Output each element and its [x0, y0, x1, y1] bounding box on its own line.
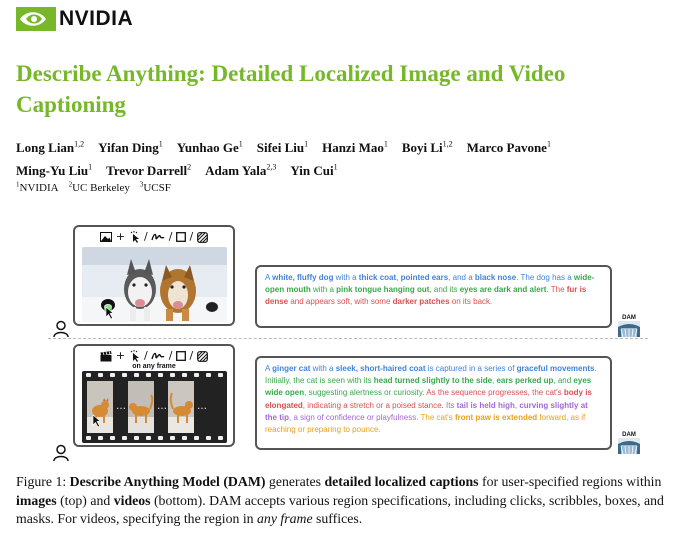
- author-list: Long Lian1,2 Yifan Ding1 Yunhao Ge1 Sifei L…: [16, 136, 686, 182]
- affiliation: 1NVIDIA: [16, 180, 59, 194]
- image-icon: [100, 232, 113, 242]
- scribble-icon: [151, 352, 165, 360]
- caption-segment: Its: [445, 400, 457, 410]
- image-input-panel: + / / /: [73, 225, 235, 326]
- box-icon: [176, 232, 186, 242]
- caption-segment: , and its: [429, 285, 460, 295]
- caption-segment: , indicating a stretch or a poised stanc…: [302, 400, 446, 410]
- caption-segment: thick coat: [358, 273, 397, 282]
- caption-segment: sleek, short-haired coat: [335, 364, 426, 373]
- figure-caption: Figure 1: Describe Anything Model (DAM) …: [16, 474, 664, 526]
- caption-segment: front paw is extended: [454, 412, 538, 422]
- caption-segment: black nose: [474, 273, 517, 282]
- paper-title: Describe Anything: Detailed Localized Im…: [16, 61, 566, 117]
- region-type-icons: + / / /: [75, 230, 233, 243]
- user-icon: [53, 444, 69, 462]
- author-name: Marco Pavone1: [466, 139, 551, 155]
- mask-icon: [196, 231, 208, 243]
- affiliation: 3UCSF: [139, 180, 171, 194]
- caption-segment: head turned slightly to the side: [373, 376, 493, 386]
- author-name: Trevor Darrell2: [106, 162, 192, 178]
- video-frame-2[interactable]: [128, 381, 154, 433]
- author-name: Hanzi Mao1: [322, 139, 388, 155]
- affiliation: 2UC Berkeley: [68, 180, 130, 194]
- affiliation-list: 1NVIDIA 2UC Berkeley 3UCSF: [16, 180, 181, 194]
- dam-model-icon: DAM: [618, 432, 640, 459]
- caption-segment: darker patches: [392, 297, 450, 307]
- video-region-type-icons: + / / /: [75, 349, 233, 362]
- caption-segment: is captured in a series of: [425, 364, 517, 373]
- video-frame-3[interactable]: [168, 381, 194, 433]
- click-cursor-icon: [130, 350, 139, 362]
- caption-segment: ginger cat: [272, 364, 311, 373]
- caption-segment: pointed ears: [400, 273, 449, 282]
- box-icon: [176, 351, 186, 361]
- caption-segment: tail is held high: [456, 400, 515, 410]
- caption-segment: , suggesting alertness or curiosity.: [304, 388, 427, 398]
- click-cursor-icon: [130, 231, 139, 243]
- nvidia-eye-icon: [16, 7, 56, 31]
- caption-segment: white, fluffy dog: [272, 273, 334, 282]
- mask-icon: [196, 350, 208, 362]
- author-name: Long Lian1,2: [16, 139, 85, 155]
- logo-wordmark: NVIDIA: [59, 7, 134, 30]
- caption-segment: with a: [333, 273, 359, 282]
- caption-segment: As the sequence progresses, the cat's: [426, 388, 564, 398]
- image-caption-box: A white, fluffy dog with a thick coat, p…: [255, 265, 612, 328]
- video-caption-box: A ginger cat with a sleek, short-haired …: [255, 356, 612, 450]
- caption-segment: pink tongue hanging out: [336, 285, 430, 295]
- author-name: Boyi Li1,2: [401, 139, 453, 155]
- author-name: Yifan Ding1: [98, 139, 163, 155]
- caption-segment: The cat's: [420, 412, 455, 422]
- caption-segment: The: [550, 285, 567, 295]
- caption-segment: , a sign of confidence or playfulness.: [289, 412, 421, 422]
- caption-segment: and appears soft, with some: [288, 297, 393, 307]
- scribble-icon: [151, 233, 165, 241]
- dogs-image[interactable]: [82, 247, 227, 322]
- caption-segment: with a: [310, 364, 336, 373]
- author-name: Yunhao Ge1: [176, 139, 243, 155]
- video-frame-1[interactable]: [87, 381, 113, 433]
- caption-segment: graceful movements: [516, 364, 595, 373]
- caption-segment: . The dog has a: [516, 273, 574, 282]
- caption-segment: , and a: [448, 273, 475, 282]
- author-name: Yin Cui1: [290, 162, 338, 178]
- video-clapper-icon: [100, 350, 112, 361]
- caption-segment: with a: [310, 285, 337, 295]
- caption-segment: , and: [553, 376, 574, 386]
- caption-segment: eyes are dark and alert: [459, 285, 547, 295]
- caption-segment: ears perked up: [496, 376, 554, 386]
- user-icon: [53, 320, 69, 338]
- video-input-panel: + / / / on any frame … … …: [73, 344, 235, 447]
- author-name: Sifei Liu1: [256, 139, 309, 155]
- nvidia-logo: NVIDIA: [16, 7, 133, 31]
- any-frame-label: on any frame: [132, 363, 176, 370]
- video-film-strip[interactable]: … … …: [82, 371, 227, 443]
- author-name: Adam Yala2,3: [205, 162, 277, 178]
- author-name: Ming-Yu Liu1: [16, 162, 93, 178]
- section-divider: [48, 338, 648, 339]
- caption-segment: on its back.: [449, 297, 493, 307]
